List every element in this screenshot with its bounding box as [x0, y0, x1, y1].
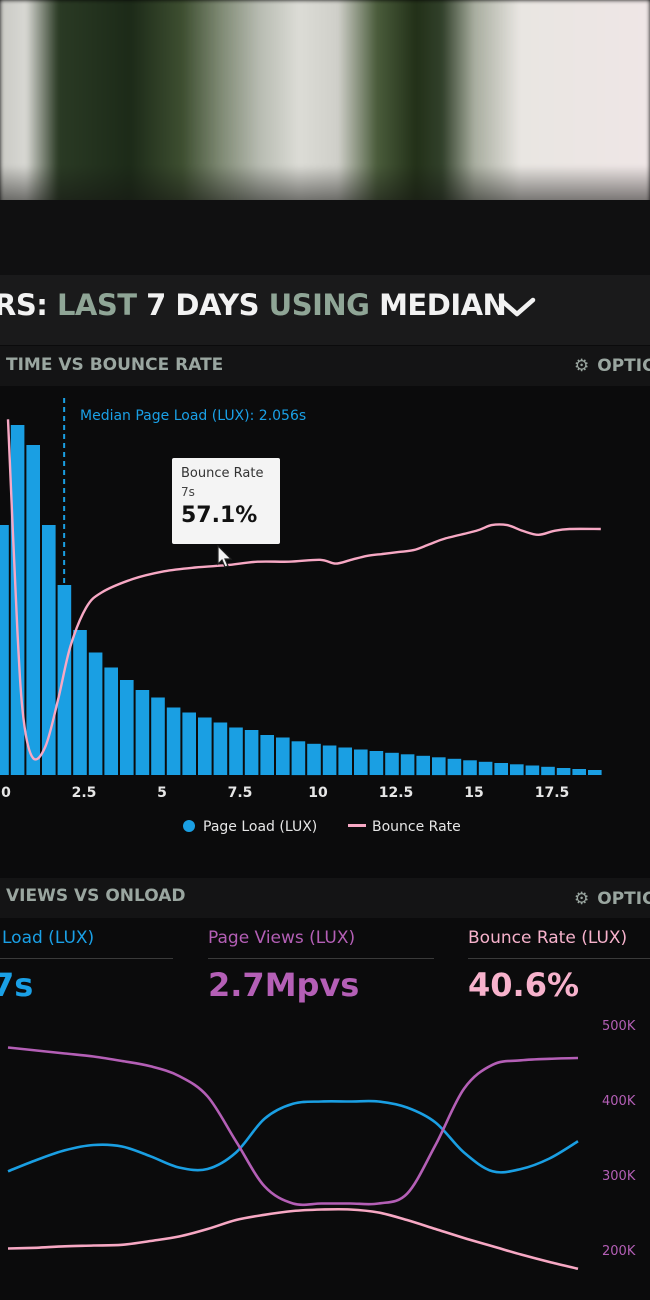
- bounce-rate-series-line: [7, 1207, 579, 1271]
- page-load-series-line: [7, 1099, 579, 1174]
- y-tick-label: 500K: [602, 1019, 636, 1034]
- y-tick-label: 300K: [602, 1169, 636, 1184]
- views-vs-onload-chart: 500K 400K 300K 200K: [7, 1019, 636, 1271]
- y-tick-label: 400K: [602, 1094, 636, 1109]
- y-tick-label: 200K: [602, 1244, 636, 1259]
- page-views-series-line: [7, 1046, 579, 1207]
